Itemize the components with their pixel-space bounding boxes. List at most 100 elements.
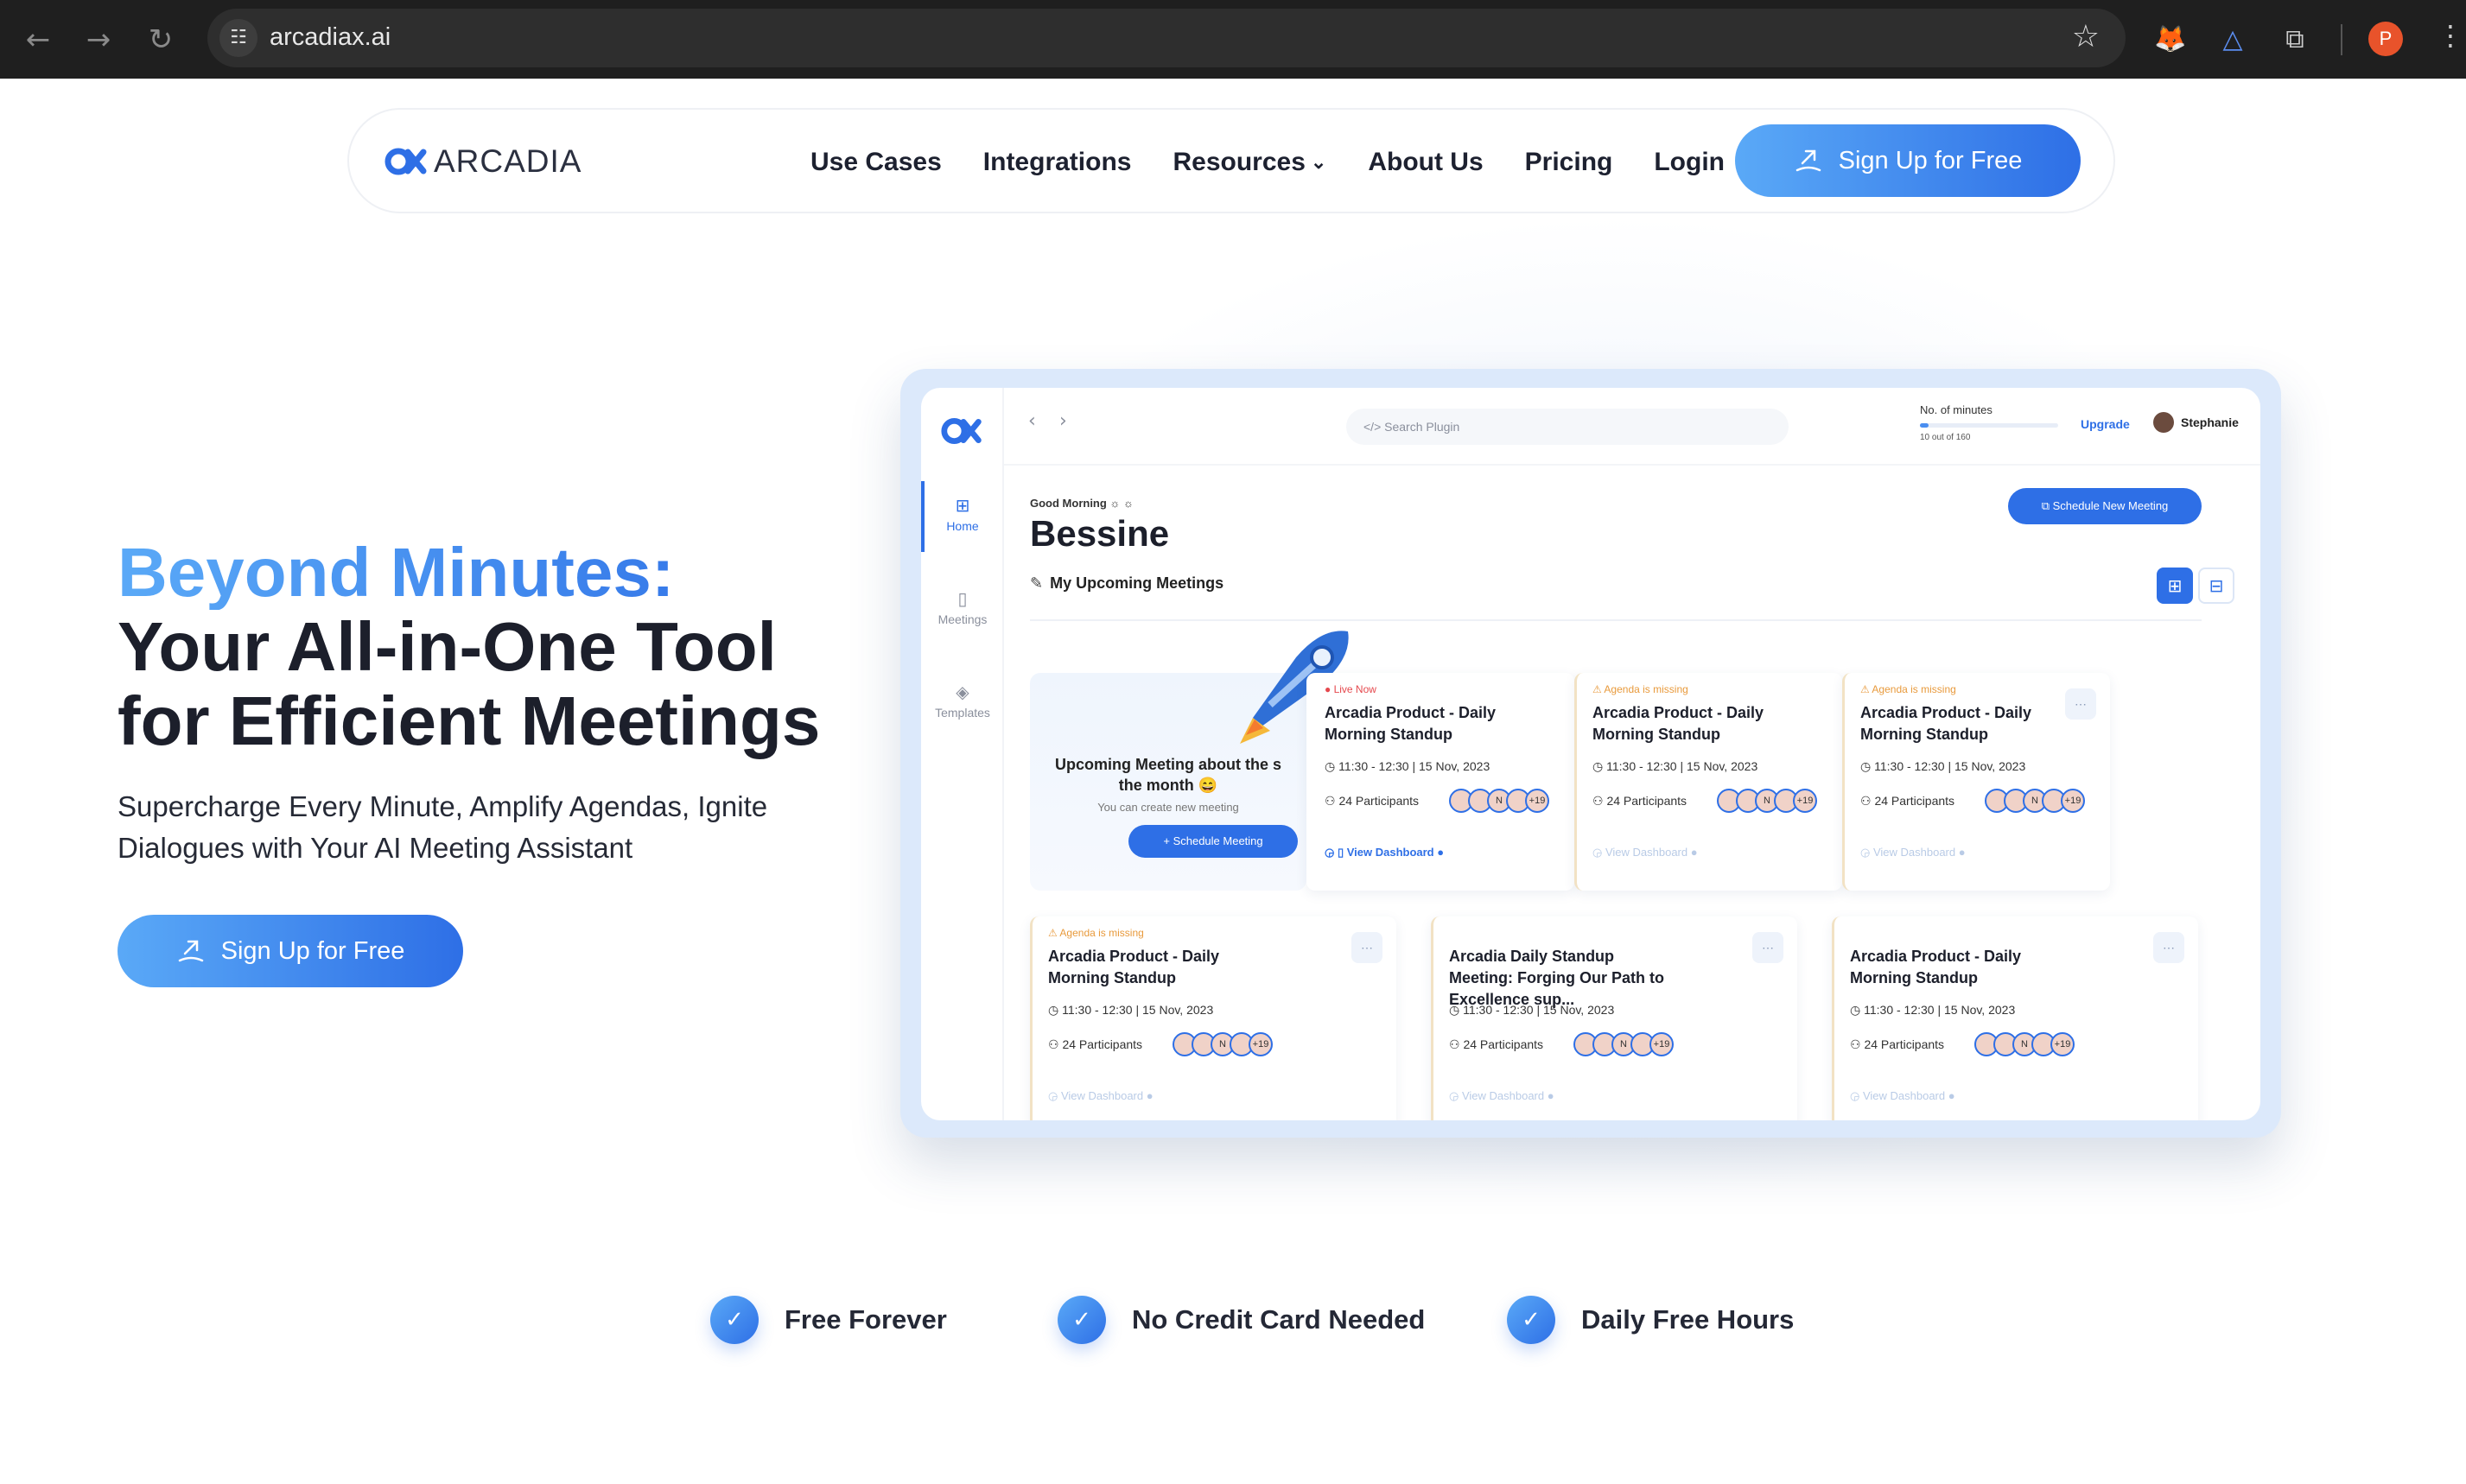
participant-avatars: N +19 bbox=[1717, 789, 1817, 813]
meeting-title: Arcadia Product - Daily Morning Standup bbox=[1850, 948, 2022, 986]
meeting-card: ⚠ Agenda is missing Arcadia Product - Dai… bbox=[1574, 673, 1842, 891]
preview-view-toggle: ⊞ ⊟ bbox=[2157, 568, 2234, 604]
address-bar[interactable]: ☷ arcadiax.ai ☆ bbox=[207, 9, 2126, 67]
back-icon[interactable]: ← bbox=[21, 22, 55, 57]
profile-avatar[interactable]: P bbox=[2368, 22, 2403, 56]
templates-icon: ◈ bbox=[956, 682, 969, 702]
meeting-status-badge: ⚠ Agenda is missing bbox=[1860, 683, 1956, 695]
meeting-status-badge: ● Live Now bbox=[1325, 683, 1376, 695]
view-dashboard-link: ◶ ▯ View Dashboard ● bbox=[1325, 846, 1445, 859]
hero-title-accent: Beyond Minutes: bbox=[118, 536, 820, 610]
view-dashboard-link: ◶ View Dashboard ● bbox=[1449, 1089, 1554, 1102]
url-text[interactable]: arcadiax.ai bbox=[270, 23, 391, 52]
browser-toolbar: ← → ↻ ☷ arcadiax.ai ☆ 🦊 △ ⧉ P ⋮ bbox=[0, 0, 2466, 79]
preview-schedule-button: ⧉ Schedule New Meeting bbox=[2008, 488, 2202, 524]
meeting-participants: ⚇ 24 Participants bbox=[1325, 794, 1420, 808]
meeting-time: ◷ 11:30 - 12:30 | 15 Nov, 2023 bbox=[1449, 1003, 1615, 1017]
meeting-card: Arcadia Product - Daily Morning Standup ◷… bbox=[1832, 916, 2198, 1120]
forward-icon[interactable]: → bbox=[81, 22, 116, 57]
arrow-up-right-icon bbox=[178, 940, 203, 962]
hero-subtitle: Supercharge Every Minute, Amplify Agenda… bbox=[118, 790, 768, 864]
arrow-up-right-icon bbox=[1795, 149, 1821, 172]
view-dashboard-link: ◶ View Dashboard ● bbox=[1850, 1089, 1955, 1102]
meeting-title: Arcadia Product - Daily Morning Standup bbox=[1325, 704, 1497, 743]
meeting-card: ⚠ Agenda is missing Arcadia Product - Dai… bbox=[1030, 916, 1396, 1120]
hero-title: Beyond Minutes: Your All-in-One Tool for… bbox=[118, 536, 820, 758]
preview-promo-card: Upcoming Meeting about the s the month 😄… bbox=[1030, 631, 1349, 891]
preview-user: Stephanie bbox=[2153, 412, 2239, 433]
preview-nav-templates: ◈ Templates bbox=[921, 682, 1004, 720]
app-preview-screen: ⊞ Home ▯ Meetings ◈ Templates ‹ › </> Se… bbox=[921, 388, 2260, 1120]
preview-upcoming-heading: ✎ My Upcoming Meetings bbox=[1030, 574, 1223, 593]
participant-avatars: N +19 bbox=[1173, 1032, 1273, 1056]
avatar: +19 bbox=[1525, 789, 1549, 813]
feature-daily-free-hours: ✓ Daily Free Hours bbox=[1507, 1296, 1794, 1344]
arcadia-logo[interactable]: ARCADIA bbox=[384, 143, 582, 181]
preview-topbar: ‹ › </> Search Plugin No. of minutes 10 … bbox=[1004, 388, 2260, 466]
feature-label: Free Forever bbox=[785, 1304, 947, 1335]
minutes-label: No. of minutes bbox=[1920, 403, 1993, 416]
meeting-status-badge: ⚠ Agenda is missing bbox=[1048, 927, 1144, 939]
list-view-icon: ⊟ bbox=[2198, 568, 2234, 604]
check-icon: ✓ bbox=[1507, 1296, 1555, 1344]
participant-avatars: N +19 bbox=[1985, 789, 2085, 813]
feature-label: Daily Free Hours bbox=[1581, 1304, 1795, 1335]
preview-upgrade: Upgrade bbox=[2081, 417, 2130, 431]
avatar: +19 bbox=[1649, 1032, 1674, 1056]
preview-minutes: No. of minutes 10 out of 160 bbox=[1920, 403, 2058, 442]
upcoming-heading-label: My Upcoming Meetings bbox=[1050, 574, 1224, 592]
meetings-icon: ▯ bbox=[957, 588, 968, 609]
view-dashboard-link: ◶ View Dashboard ● bbox=[1860, 846, 1966, 859]
app-preview: ⊞ Home ▯ Meetings ◈ Templates ‹ › </> Se… bbox=[900, 369, 2281, 1138]
meeting-time: ◷ 11:30 - 12:30 | 15 Nov, 2023 bbox=[1592, 759, 1758, 773]
card-options-icon: ⋯ bbox=[1351, 932, 1382, 963]
promo-button: + Schedule Meeting bbox=[1128, 825, 1298, 858]
browser-menu-icon[interactable]: ⋮ bbox=[2437, 19, 2464, 52]
reload-icon[interactable]: ↻ bbox=[143, 22, 178, 57]
preview-search: </> Search Plugin bbox=[1346, 409, 1789, 445]
preview-back-icon: ‹ bbox=[1028, 410, 1036, 432]
calendar-edit-icon: ✎ bbox=[1030, 574, 1044, 593]
preview-user-name: Stephanie bbox=[2181, 415, 2239, 429]
signup-hero-button[interactable]: Sign Up for Free bbox=[118, 915, 463, 987]
home-icon: ⊞ bbox=[955, 495, 970, 516]
avatar: +19 bbox=[2050, 1032, 2075, 1056]
bookmark-star-icon[interactable]: ☆ bbox=[2072, 19, 2100, 54]
meeting-participants: ⚇ 24 Participants bbox=[1860, 794, 1955, 808]
logo-text: ARCADIA bbox=[434, 143, 582, 179]
view-dashboard-link: ◶ View Dashboard ● bbox=[1048, 1089, 1154, 1102]
participant-avatars: N +19 bbox=[1449, 789, 1549, 813]
promo-title: Upcoming Meeting about the s the month 😄 bbox=[1054, 756, 1281, 794]
meeting-participants: ⚇ 24 Participants bbox=[1592, 794, 1687, 808]
card-options-icon: ⋯ bbox=[1752, 932, 1783, 963]
minutes-used: 10 out of 160 bbox=[1920, 433, 1971, 442]
check-icon: ✓ bbox=[1058, 1296, 1106, 1344]
meeting-title: Arcadia Daily Standup Meeting: Forging O… bbox=[1449, 948, 1664, 1008]
minutes-progress-fill bbox=[1920, 423, 1929, 428]
card-options-icon: ⋯ bbox=[2065, 688, 2096, 720]
extension-triangle-icon[interactable]: △ bbox=[2214, 21, 2252, 59]
chevron-down-icon: ⌄ bbox=[1310, 151, 1327, 173]
promo-subtitle: You can create new meeting bbox=[1097, 801, 1239, 814]
meeting-card: ⚠ Agenda is missing Arcadia Product - Dai… bbox=[1842, 673, 2110, 891]
meeting-participants: ⚇ 24 Participants bbox=[1850, 1037, 1945, 1051]
preview-nav-home: ⊞ Home bbox=[921, 495, 1004, 533]
meeting-title: Arcadia Product - Daily Morning Standup bbox=[1048, 948, 1220, 986]
preview-divider bbox=[1030, 619, 2202, 621]
preview-user-title: Bessine bbox=[1030, 513, 1170, 554]
feature-no-credit-card: ✓ No Credit Card Needed bbox=[1058, 1296, 1425, 1344]
card-options-icon: ⋯ bbox=[2153, 932, 2184, 963]
meeting-title: Arcadia Product - Daily Morning Standup bbox=[1860, 704, 2032, 743]
preview-nav-home-label: Home bbox=[946, 519, 979, 533]
avatar: +19 bbox=[1249, 1032, 1273, 1056]
meeting-card: ● Live Now Arcadia Product - Daily Mornin… bbox=[1306, 673, 1574, 891]
meeting-time: ◷ 11:30 - 12:30 | 15 Nov, 2023 bbox=[1850, 1003, 2016, 1017]
extensions-puzzle-icon[interactable]: ⧉ bbox=[2276, 21, 2314, 59]
site-settings-icon[interactable]: ☷ bbox=[219, 19, 257, 57]
preview-logo-icon bbox=[941, 418, 982, 444]
signup-hero-label: Sign Up for Free bbox=[220, 936, 405, 965]
preview-greeting: Good Morning ☼ ☼ bbox=[1030, 497, 1134, 510]
hero-title-line2: Your All-in-One Tool bbox=[118, 608, 777, 685]
metamask-extension-icon[interactable]: 🦊 bbox=[2151, 21, 2190, 59]
meeting-participants: ⚇ 24 Participants bbox=[1449, 1037, 1544, 1051]
